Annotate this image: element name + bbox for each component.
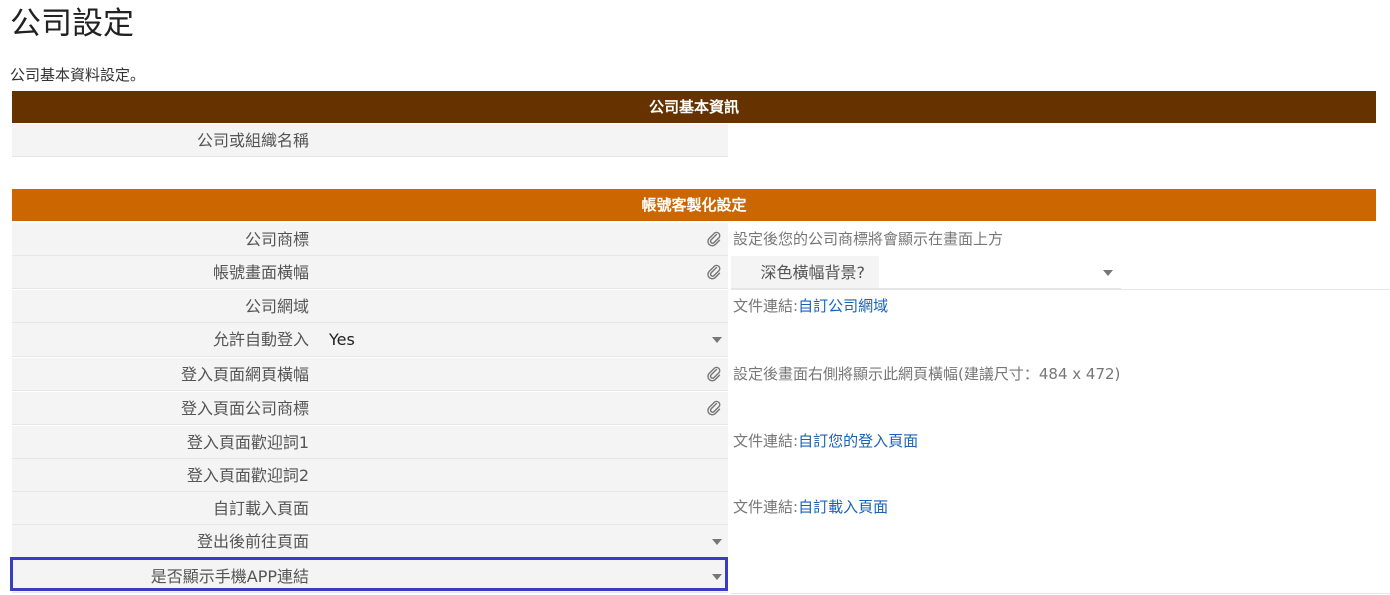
row-show-app-link: 是否顯示手機APP連結 [12,560,728,593]
login-logo-field[interactable] [325,392,728,425]
page-title: 公司設定 [10,6,134,42]
chevron-down-icon[interactable] [712,337,722,343]
login-logo-label: 登入頁面公司商標 [12,392,325,425]
doc-link-prefix: 文件連結: [733,432,799,450]
doc-link-login-page[interactable]: 自訂您的登入頁面 [798,432,918,450]
chevron-down-icon[interactable] [712,574,722,580]
row-account-banner: 帳號畫面橫幅 [12,256,728,289]
doc-link-company-domain[interactable]: 自訂公司網域 [798,297,888,315]
row-custom-loading: 自訂載入頁面 [12,492,728,525]
row-logout-redirect: 登出後前往頁面 [12,525,728,558]
auto-login-select[interactable]: Yes [325,323,728,357]
login-welcome-1-field[interactable] [325,426,728,459]
row-company-name: 公司或組織名稱 [12,124,728,157]
row-login-banner: 登入頁面網頁橫幅 [12,358,728,391]
show-app-link-select[interactable] [325,560,728,593]
doc-link-prefix: 文件連結: [733,498,799,516]
company-logo-note: 設定後您的公司商標將會顯示在畫面上方 [733,230,1004,248]
auto-login-label: 允許自動登入 [12,323,325,357]
chevron-down-icon[interactable] [1103,270,1113,276]
row-login-welcome-1: 登入頁面歡迎詞1 [12,426,728,459]
company-domain-label: 公司網域 [12,290,325,323]
company-domain-field[interactable] [325,290,728,323]
row-company-logo: 公司商標 [12,223,728,256]
login-welcome-2-field[interactable] [325,459,728,492]
login-banner-field[interactable] [325,358,728,391]
company-logo-label: 公司商標 [12,223,325,256]
account-banner-field[interactable] [325,256,728,289]
login-banner-label: 登入頁面網頁橫幅 [12,358,325,391]
row-login-logo: 登入頁面公司商標 [12,392,728,425]
doc-link-custom-loading[interactable]: 自訂載入頁面 [798,498,888,516]
row-company-domain: 公司網域 [12,290,728,323]
company-name-field[interactable] [325,124,728,157]
page-description: 公司基本資料設定。 [10,66,146,84]
logout-redirect-label: 登出後前往頁面 [12,525,325,558]
divider [731,593,1390,594]
logout-redirect-select[interactable] [325,525,728,558]
dark-banner-label: 深色橫幅背景? [731,256,879,288]
paperclip-icon[interactable] [706,400,722,416]
login-welcome-1-label: 登入頁面歡迎詞1 [12,426,325,459]
section-header-custom: 帳號客製化設定 [12,189,1376,221]
doc-link-prefix: 文件連結: [733,297,799,315]
custom-loading-note: 文件連結:自訂載入頁面 [733,491,888,524]
section-header-basic: 公司基本資訊 [12,91,1376,123]
company-domain-note: 文件連結:自訂公司網域 [733,290,888,323]
login-welcome-2-label: 登入頁面歡迎詞2 [12,459,325,492]
row-login-welcome-2: 登入頁面歡迎詞2 [12,459,728,492]
chevron-down-icon[interactable] [712,539,722,545]
dark-banner-select[interactable]: 深色橫幅背景? [731,256,1121,289]
company-name-label: 公司或組織名稱 [12,124,325,157]
row-auto-login: 允許自動登入 Yes [12,323,728,357]
company-logo-field[interactable] [325,223,728,256]
show-app-link-label: 是否顯示手機APP連結 [12,560,325,593]
paperclip-icon[interactable] [706,231,722,247]
custom-loading-field[interactable] [325,492,728,525]
paperclip-icon[interactable] [706,264,722,280]
custom-loading-label: 自訂載入頁面 [12,492,325,525]
login-welcome-note: 文件連結:自訂您的登入頁面 [733,425,918,458]
login-banner-note: 設定後畫面右側將顯示此網頁橫幅(建議尺寸：484 x 472) [733,365,1121,383]
account-banner-label: 帳號畫面橫幅 [12,256,325,289]
paperclip-icon[interactable] [706,366,722,382]
auto-login-value: Yes [329,330,355,349]
